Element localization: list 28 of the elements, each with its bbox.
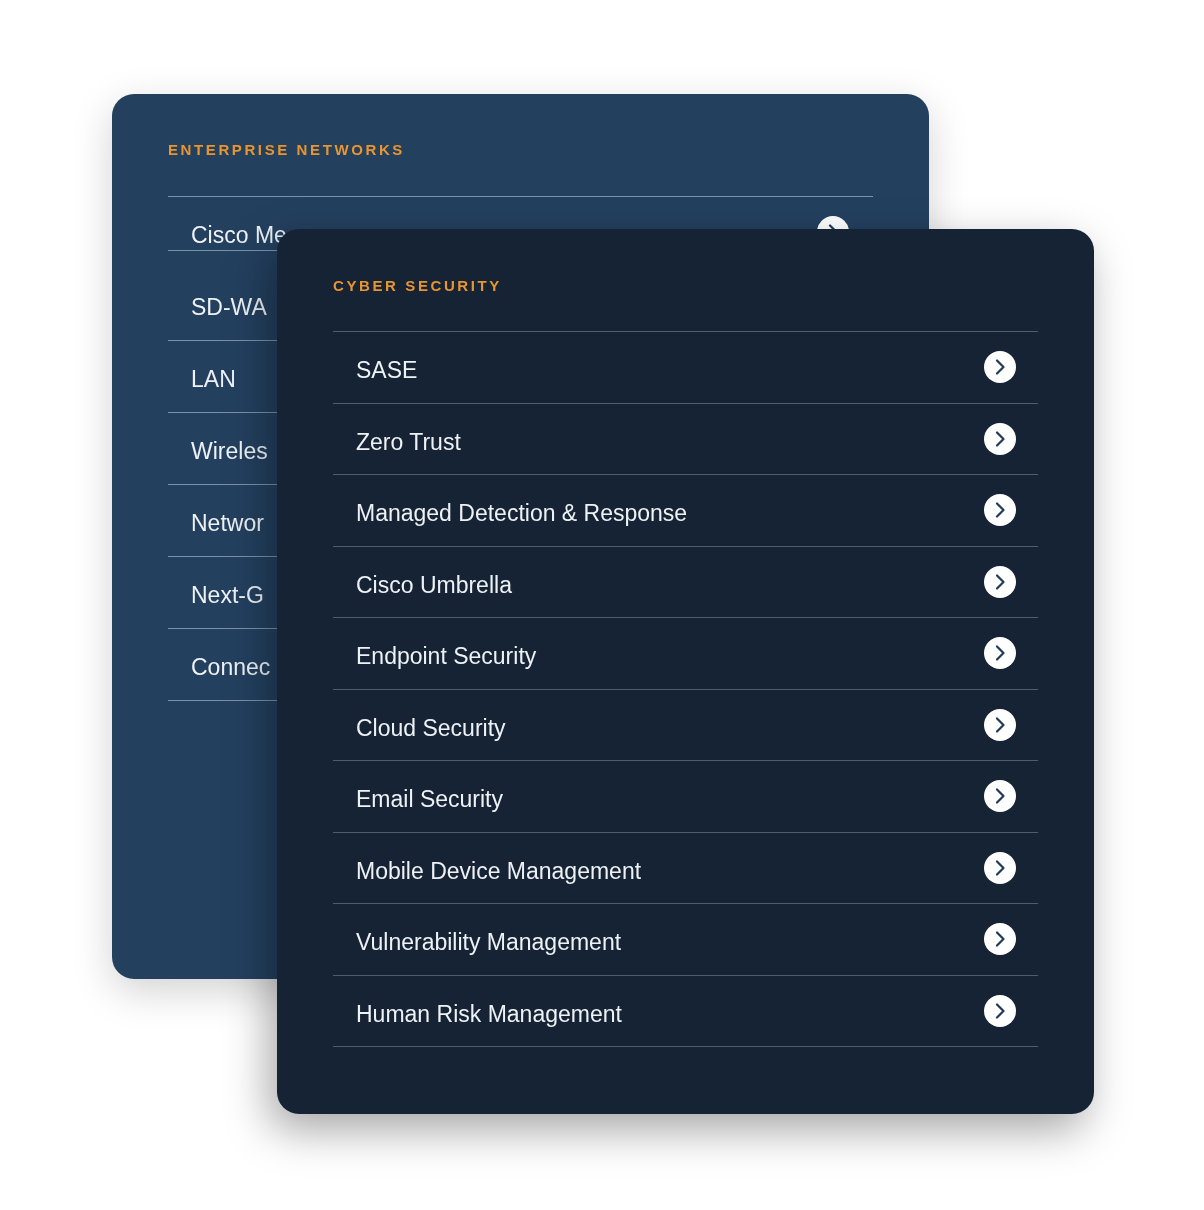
menu-item[interactable]: Mobile Device Management — [333, 832, 1038, 904]
menu-item[interactable]: Managed Detection & Response — [333, 475, 1038, 547]
menu-item[interactable]: Zero Trust — [333, 403, 1038, 475]
menu-item[interactable]: SASE — [333, 332, 1038, 404]
chevron-circle-icon — [984, 851, 1016, 884]
menu-item[interactable]: Vulnerability Management — [333, 904, 1038, 976]
menu-link[interactable]: Next-G — [191, 581, 264, 609]
menu-link[interactable]: LAN — [191, 365, 236, 393]
chevron-circle-icon — [984, 637, 1016, 669]
menu-link[interactable]: Connec — [191, 653, 271, 681]
chevron-circle-icon — [984, 923, 1016, 955]
menu-item[interactable]: Cloud Security — [333, 689, 1038, 761]
menu-link[interactable]: SD-WA — [191, 293, 267, 321]
chevron-circle-icon — [984, 351, 1016, 383]
chevron-circle-icon — [984, 494, 1016, 526]
chevron-circle-icon — [984, 565, 1016, 598]
menu-link[interactable]: Wireles — [191, 437, 268, 465]
menu-item[interactable]: Email Security — [333, 761, 1038, 833]
section-heading: ENTERPRISE NETWORKS — [168, 140, 405, 160]
menu-link[interactable]: Networ — [191, 509, 264, 537]
chevron-circle-icon — [984, 708, 1016, 741]
chevron-circle-icon — [984, 780, 1016, 812]
menu-item[interactable]: Endpoint Security — [333, 618, 1038, 690]
chevron-circle-icon — [984, 422, 1016, 455]
menu-item[interactable]: Human Risk Management — [333, 975, 1038, 1047]
menu-item[interactable]: Cisco Umbrella — [333, 546, 1038, 618]
section-heading: CYBER SECURITY — [333, 276, 502, 296]
chevron-circle-icon — [984, 994, 1016, 1027]
